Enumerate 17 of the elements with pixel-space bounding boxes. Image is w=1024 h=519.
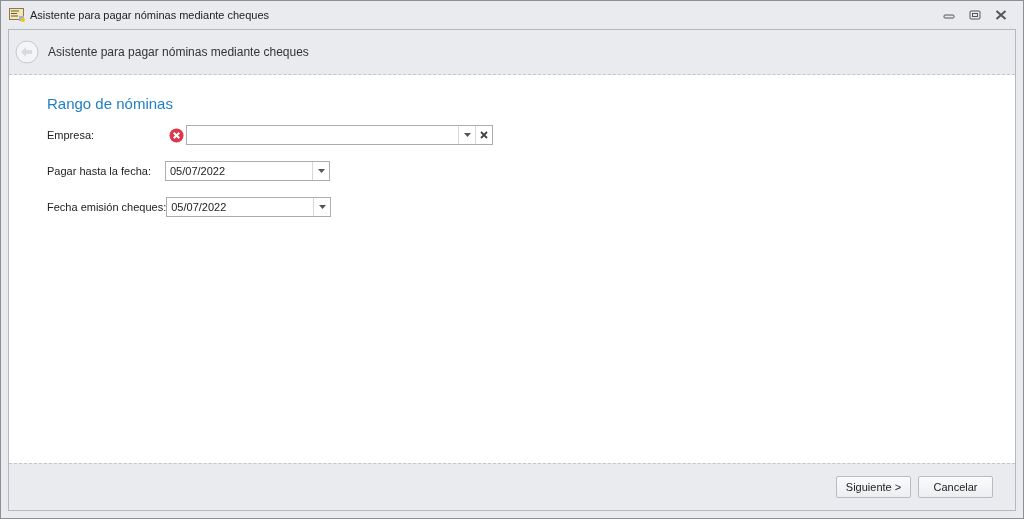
clear-icon[interactable] <box>480 131 488 139</box>
wizard-title: Asistente para pagar nóminas mediante cheques <box>48 45 309 59</box>
section-title: Rango de nóminas <box>47 95 174 112</box>
close-icon[interactable] <box>995 10 1007 20</box>
window-title: Asistente para pagar nóminas mediante cheques <box>30 9 270 21</box>
date-field[interactable]: 05/07/2022 <box>165 161 330 181</box>
caret-icon <box>318 205 326 209</box>
restore-icon[interactable] <box>969 10 981 20</box>
field-label: Fecha emisión cheques: <box>47 201 167 213</box>
app-icon <box>9 8 25 22</box>
field-label: Empresa: <box>47 129 96 141</box>
caret-icon <box>317 169 325 173</box>
next-button[interactable]: Siguiente > <box>836 476 911 498</box>
field-label: Pagar hasta la fecha: <box>47 165 152 177</box>
caret-icon <box>463 133 471 137</box>
date-field[interactable]: 05/07/2022 <box>166 197 332 217</box>
cancel-button[interactable]: Cancelar <box>918 476 993 498</box>
